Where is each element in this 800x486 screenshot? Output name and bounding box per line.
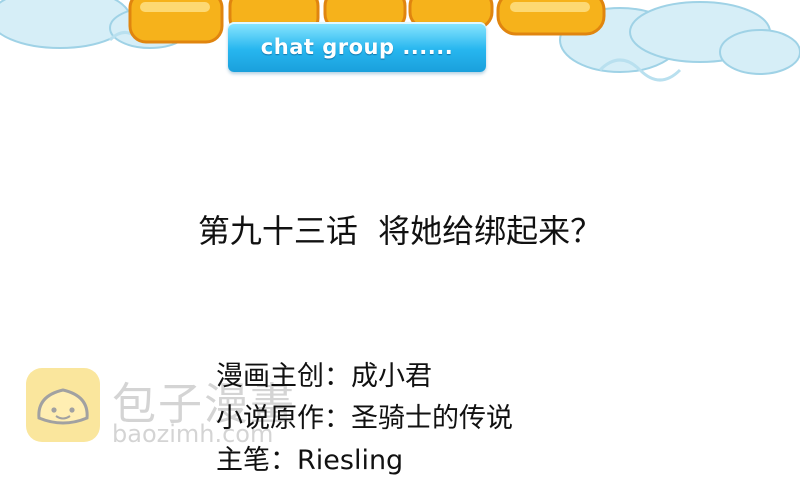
chat-group-label: chat group ...... [260, 35, 454, 59]
title-banner: chat group ...... [0, 0, 800, 100]
watermark-logo-icon [26, 368, 100, 442]
chat-group-plate: chat group ...... [228, 22, 486, 72]
bun-face-icon [37, 388, 89, 425]
credits-block: 漫画主创：成小君 小说原作：圣骑士的传说 主笔：Riesling [216, 360, 513, 486]
credit-line-novel: 小说原作：圣骑士的传说 [216, 403, 513, 434]
credit-line-artist: 主笔：Riesling [216, 445, 404, 476]
credit-line-creator: 漫画主创：成小君 [216, 361, 432, 392]
chapter-title: 第九十三话 将她给绑起来？ [197, 212, 603, 250]
